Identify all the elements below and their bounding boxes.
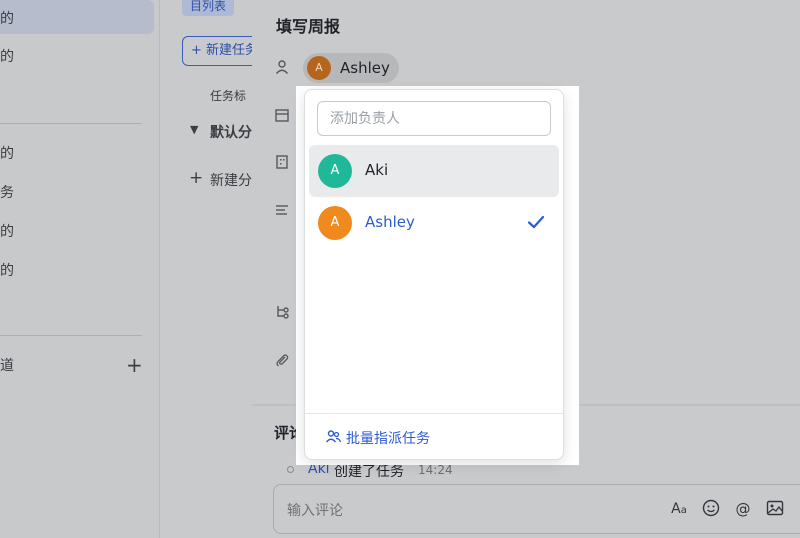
chevron-down-icon[interactable]: ▼ <box>190 123 198 136</box>
sidebar-item-3[interactable]: 的 <box>0 143 14 163</box>
sidebar-divider <box>0 335 142 336</box>
checkmark-icon <box>527 215 545 229</box>
sidebar-item-2[interactable]: 的 <box>0 46 14 66</box>
attachment-icon <box>273 352 291 370</box>
mention-icon[interactable]: @ <box>732 499 754 519</box>
sidebar-item-1[interactable]: 的 <box>0 8 14 28</box>
assignee-option-aki[interactable]: A Aki <box>309 145 559 197</box>
task-column-header: 任务标 <box>210 89 247 103</box>
assignee-option-ashley[interactable]: A Ashley <box>309 197 559 249</box>
tab-list[interactable]: 目列表 <box>182 0 235 16</box>
timeline-dot <box>287 466 294 473</box>
plus-icon[interactable]: + <box>126 353 143 377</box>
assignee-option-name: Aki <box>365 161 389 179</box>
avatar: A <box>318 206 352 240</box>
sidebar-item-6[interactable]: 的 <box>0 260 14 280</box>
sidebar-item-4[interactable]: 务 <box>0 182 14 202</box>
subtask-icon <box>273 304 291 322</box>
user-icon <box>273 59 291 77</box>
sidebar-item-5[interactable]: 的 <box>0 221 14 241</box>
task-list-panel <box>160 0 252 538</box>
avatar: A <box>318 154 352 188</box>
calendar-icon <box>273 107 291 125</box>
plus-icon[interactable]: + <box>189 168 203 188</box>
avatar: A <box>307 56 331 80</box>
search-input[interactable] <box>317 101 551 136</box>
users-icon <box>325 430 342 443</box>
default-group-label[interactable]: 默认分 <box>210 122 252 142</box>
font-icon[interactable]: Aa <box>668 499 690 519</box>
sidebar-active-item[interactable] <box>0 0 154 34</box>
popup-divider <box>305 413 563 414</box>
left-sidebar <box>0 0 160 538</box>
image-icon[interactable] <box>764 499 786 519</box>
page-title[interactable]: 填写周报 <box>276 13 340 37</box>
comment-placeholder: 输入评论 <box>287 503 343 519</box>
new-group-button[interactable]: 新建分 <box>210 170 252 190</box>
new-task-button[interactable]: + 新建任务 <box>182 36 262 66</box>
description-icon <box>273 202 291 220</box>
sidebar-divider <box>0 123 142 124</box>
building-icon <box>273 154 291 172</box>
batch-assign-label: 批量指派任务 <box>346 431 430 447</box>
activity-time: 14:24 <box>418 463 453 477</box>
sidebar-item-7[interactable]: 道 <box>0 355 14 375</box>
assignee-name: Ashley <box>340 59 390 77</box>
assignee-option-name: Ashley <box>365 213 415 231</box>
emoji-icon[interactable] <box>700 499 722 519</box>
